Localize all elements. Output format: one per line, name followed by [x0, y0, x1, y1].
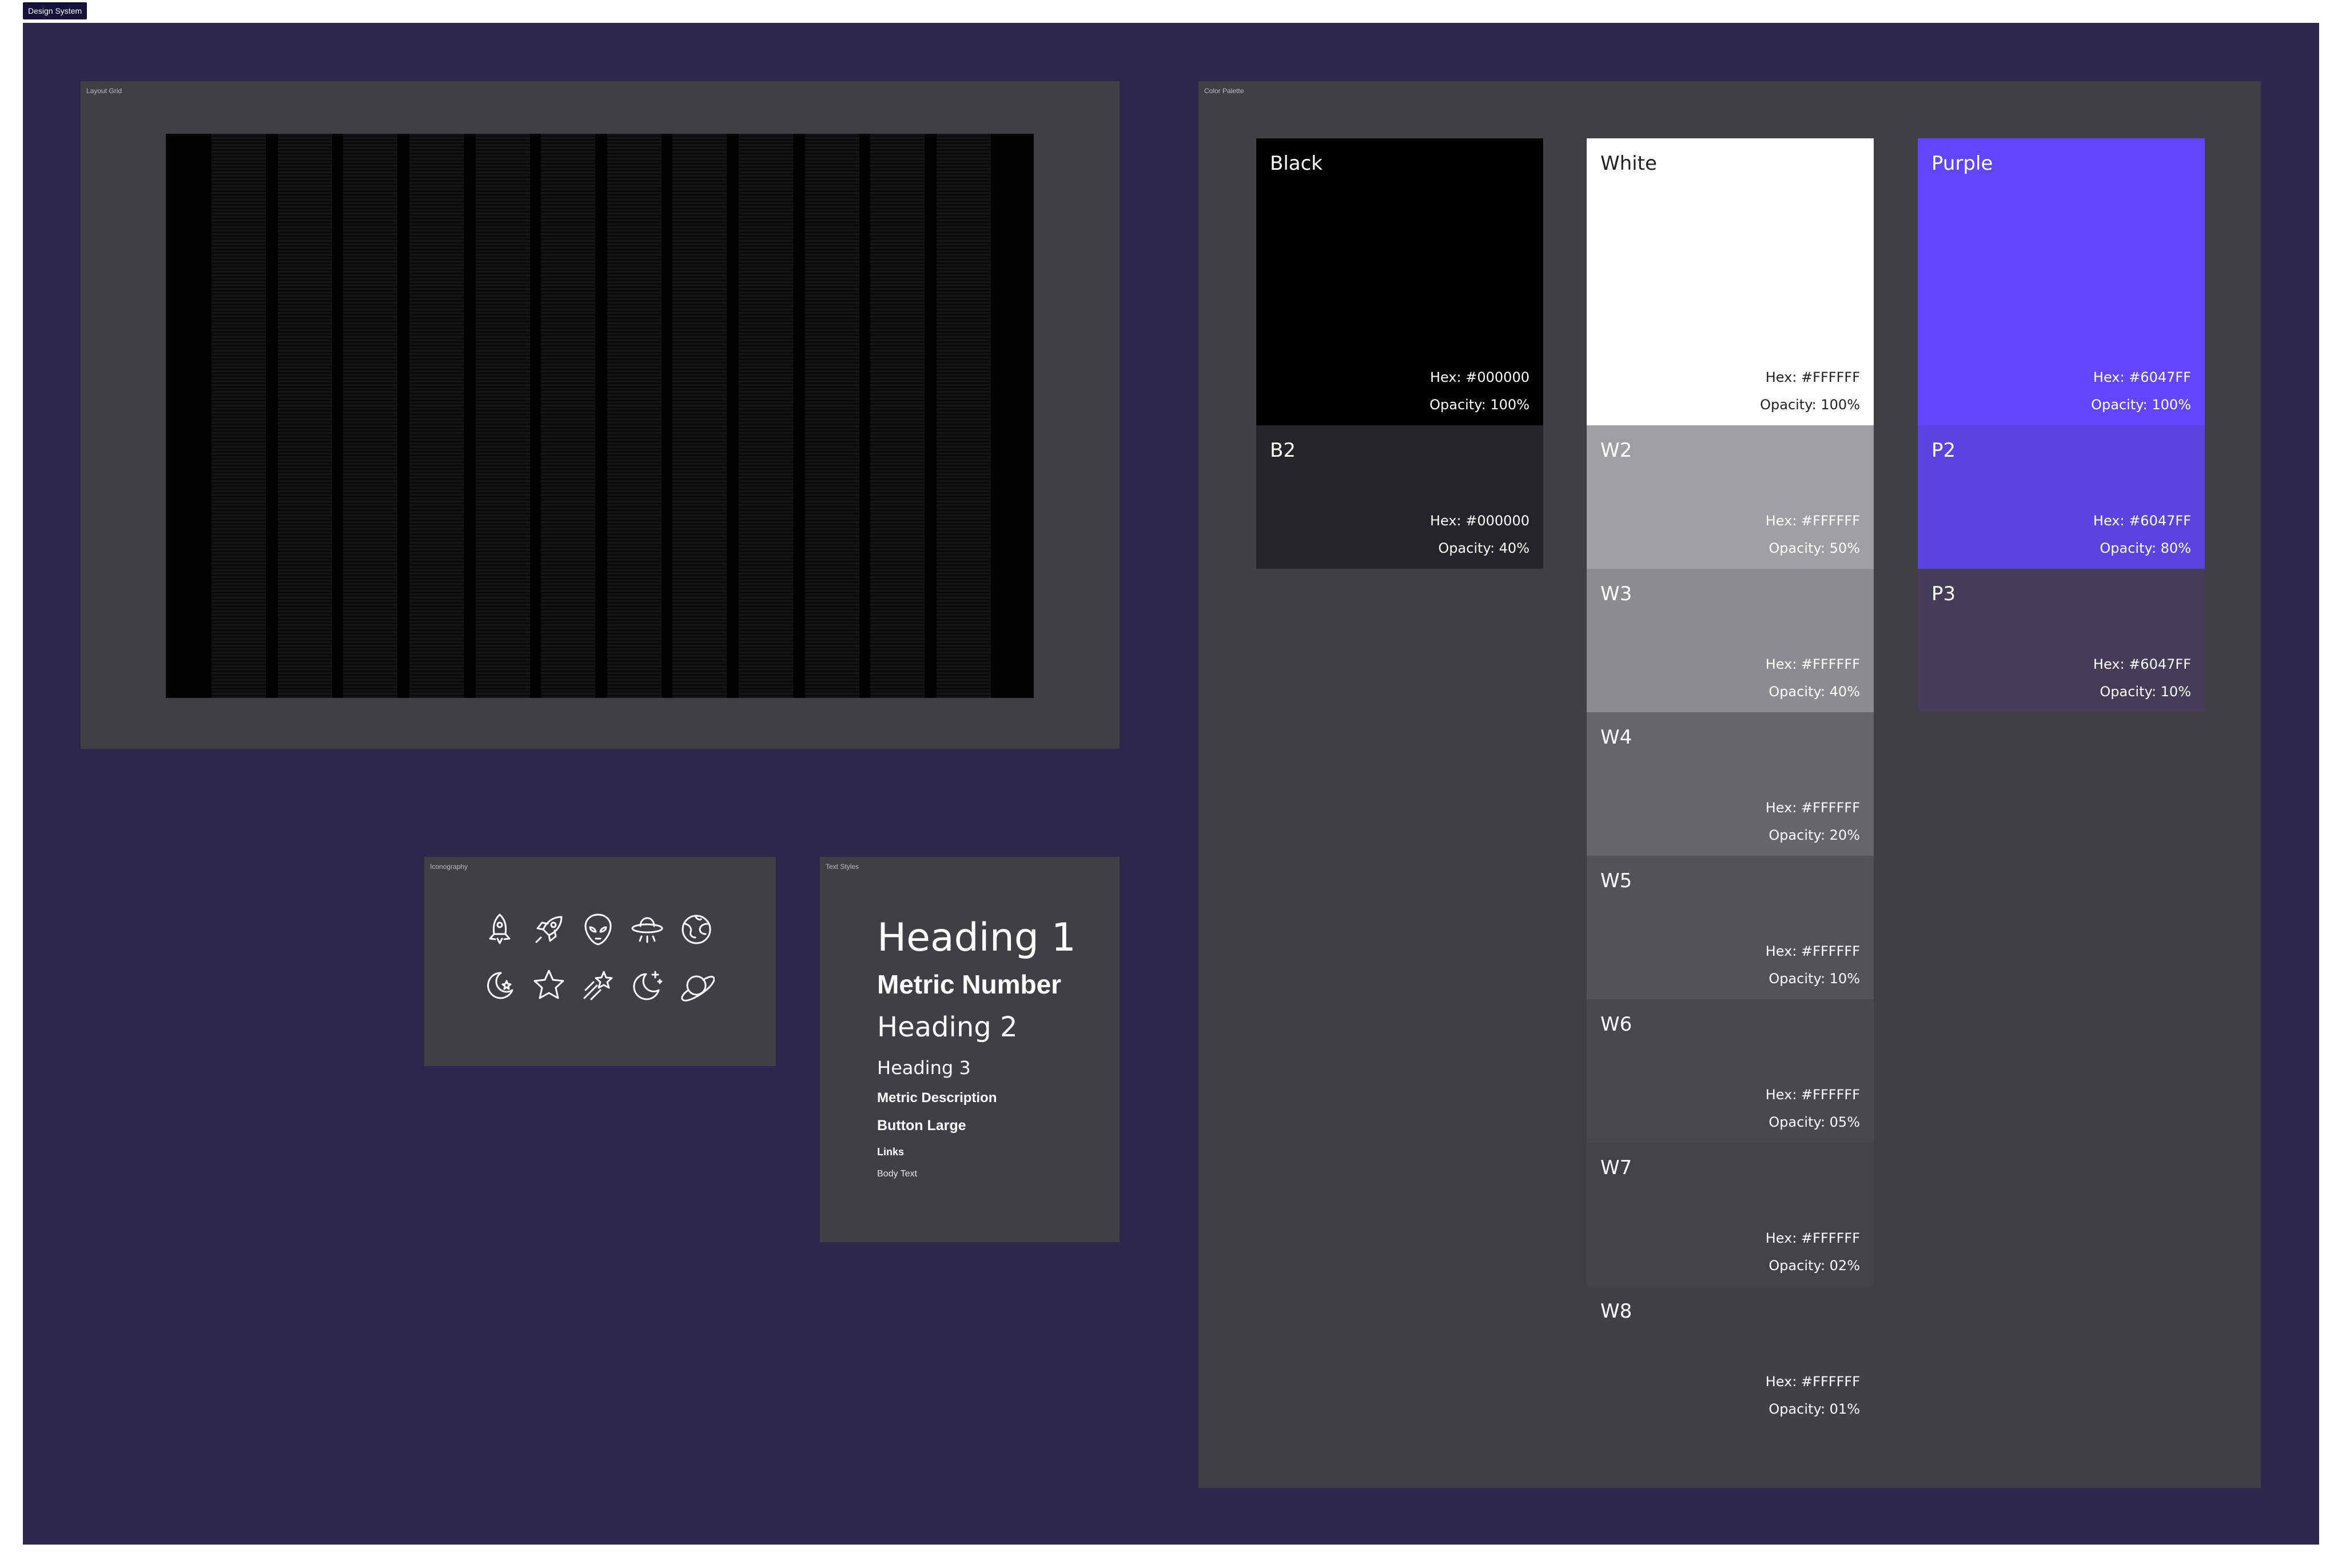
grid-column [212, 134, 266, 698]
swatch-hex: Hex: #FFFFFF [1765, 1230, 1860, 1246]
frame-label: Text Styles [826, 863, 859, 871]
frame-label: Color Palette [1204, 87, 1244, 95]
swatch-opacity: Opacity: 10% [2100, 684, 2191, 700]
body-text-sample: Body Text [877, 1169, 917, 1179]
swatch-name: Purple [1931, 152, 1993, 175]
links-sample: Links [877, 1146, 905, 1158]
grid-column [541, 134, 595, 698]
swatch-name: Black [1270, 152, 1323, 175]
frame-label: Layout Grid [86, 87, 122, 95]
button-large-sample: Button Large [877, 1118, 966, 1134]
text-styles-frame[interactable]: Text Styles Heading 1 Metric Number Head… [820, 857, 1120, 1242]
ufo-icon [629, 911, 678, 948]
swatch-name: W5 [1600, 869, 1632, 892]
swatch-name: W7 [1600, 1156, 1632, 1179]
swatch-name: W4 [1600, 726, 1632, 749]
grid-column [476, 134, 530, 698]
swatch-name: P2 [1931, 439, 1956, 462]
swatch-hex: Hex: #FFFFFF [1765, 800, 1860, 816]
swatch-opacity: Opacity: 02% [1769, 1258, 1860, 1274]
grid-column [937, 134, 991, 698]
grid-column [409, 134, 464, 698]
design-system-canvas: Layout Grid Color Palette Black Hex: #00… [23, 23, 2319, 1545]
swatch-name: White [1600, 152, 1657, 175]
swatch-name: W8 [1600, 1300, 1632, 1323]
swatch-hex: Hex: #FFFFFF [1765, 656, 1860, 672]
swatch-name: B2 [1270, 439, 1296, 462]
swatch-name: W2 [1600, 439, 1632, 462]
swatch-opacity: Opacity: 100% [1760, 397, 1860, 413]
swatch-hex: Hex: #FFFFFF [1765, 369, 1860, 385]
icon-grid [481, 911, 727, 1004]
swatch-w8[interactable]: W8 Hex: #FFFFFF Opacity: 01% [1587, 1286, 1874, 1430]
swatch-opacity: Opacity: 10% [1769, 971, 1860, 987]
grid-column [672, 134, 727, 698]
swatch-w5[interactable]: W5 Hex: #FFFFFF Opacity: 10% [1587, 856, 1874, 999]
heading-3-sample: Heading 3 [877, 1057, 971, 1079]
metric-description-sample: Metric Description [877, 1090, 997, 1106]
moon-sparkle-icon [629, 967, 678, 1004]
planet-icon [678, 967, 727, 1004]
swatch-name: W3 [1600, 582, 1632, 605]
swatch-hex: Hex: #6047FF [2093, 513, 2191, 529]
swatch-hex: Hex: #6047FF [2093, 656, 2191, 672]
star-icon [531, 967, 580, 1004]
swatch-opacity: Opacity: 40% [1438, 540, 1530, 556]
canvas-tag[interactable]: Design System [23, 2, 87, 19]
swatch-opacity: Opacity: 01% [1769, 1401, 1860, 1417]
swatch-hex: Hex: #FFFFFF [1765, 1374, 1860, 1390]
swatch-black[interactable]: Black Hex: #000000 Opacity: 100% [1256, 138, 1543, 425]
swatch-hex: Hex: #FFFFFF [1765, 1087, 1860, 1103]
swatch-white[interactable]: White Hex: #FFFFFF Opacity: 100% [1587, 138, 1874, 425]
grid-column [805, 134, 859, 698]
shooting-star-icon [580, 967, 629, 1004]
globe-icon [678, 911, 727, 948]
grid-column [607, 134, 662, 698]
swatch-opacity: Opacity: 100% [2091, 397, 2191, 413]
swatch-hex: Hex: #FFFFFF [1765, 943, 1860, 959]
swatch-name: P3 [1931, 582, 1956, 605]
swatch-w2[interactable]: W2 Hex: #FFFFFF Opacity: 50% [1587, 425, 1874, 569]
swatch-opacity: Opacity: 80% [2100, 540, 2191, 556]
rocket-icon [481, 911, 531, 948]
swatch-w4[interactable]: W4 Hex: #FFFFFF Opacity: 20% [1587, 712, 1874, 856]
swatch-p2[interactable]: P2 Hex: #6047FF Opacity: 80% [1918, 425, 2205, 569]
heading-1-sample: Heading 1 [877, 915, 1076, 960]
swatch-opacity: Opacity: 100% [1429, 397, 1530, 413]
layout-grid-preview [166, 134, 1034, 698]
layout-grid-frame[interactable]: Layout Grid [81, 81, 1120, 749]
grid-column [278, 134, 332, 698]
heading-2-sample: Heading 2 [877, 1011, 1018, 1043]
frame-label: Iconography [430, 863, 468, 871]
swatch-w3[interactable]: W3 Hex: #FFFFFF Opacity: 40% [1587, 569, 1874, 712]
swatch-p3[interactable]: P3 Hex: #6047FF Opacity: 10% [1918, 569, 2205, 712]
alien-icon [580, 911, 629, 948]
swatch-name: W6 [1600, 1013, 1632, 1036]
iconography-frame[interactable]: Iconography [424, 857, 776, 1066]
swatch-hex: Hex: #FFFFFF [1765, 513, 1860, 529]
grid-column [739, 134, 793, 698]
swatch-b2[interactable]: B2 Hex: #000000 Opacity: 40% [1256, 425, 1543, 569]
grid-column [870, 134, 925, 698]
swatch-purple[interactable]: Purple Hex: #6047FF Opacity: 100% [1918, 138, 2205, 425]
swatch-opacity: Opacity: 05% [1769, 1114, 1860, 1130]
grid-column [343, 134, 397, 698]
moon-star-icon [481, 967, 531, 1004]
swatch-w6[interactable]: W6 Hex: #FFFFFF Opacity: 05% [1587, 999, 1874, 1143]
swatch-opacity: Opacity: 40% [1769, 684, 1860, 700]
swatch-w7[interactable]: W7 Hex: #FFFFFF Opacity: 02% [1587, 1143, 1874, 1286]
swatch-hex: Hex: #000000 [1429, 369, 1530, 385]
swatch-hex: Hex: #000000 [1429, 513, 1530, 529]
rocket-launch-icon [531, 911, 580, 948]
swatch-opacity: Opacity: 20% [1769, 827, 1860, 843]
swatch-hex: Hex: #6047FF [2093, 369, 2191, 385]
swatch-opacity: Opacity: 50% [1769, 540, 1860, 556]
color-palette-frame[interactable]: Color Palette Black Hex: #000000 Opacity… [1198, 81, 2261, 1488]
metric-number-sample: Metric Number [877, 969, 1062, 999]
